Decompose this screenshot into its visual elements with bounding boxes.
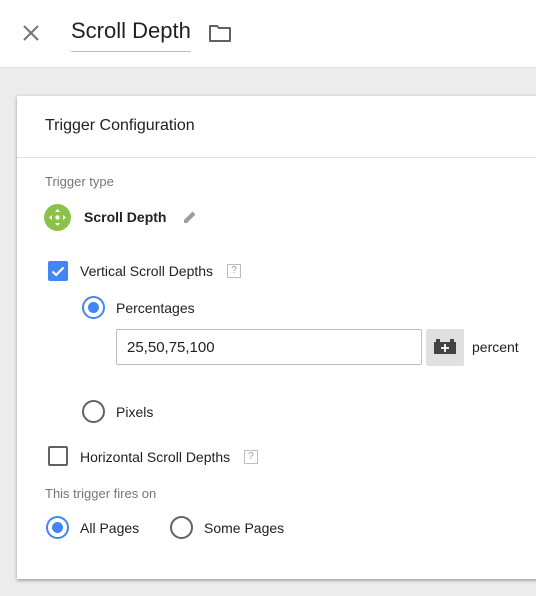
close-icon[interactable] (18, 20, 44, 46)
fires-on-label: This trigger fires on (45, 486, 157, 501)
vertical-help-icon[interactable]: ? (227, 264, 241, 278)
horizontal-scroll-depths-label: Horizontal Scroll Depths (80, 449, 231, 465)
divider (17, 157, 536, 158)
folder-icon[interactable] (208, 22, 232, 44)
variable-picker-icon[interactable] (426, 329, 464, 366)
unit-label: percent (472, 339, 519, 355)
percentages-label: Percentages (116, 300, 195, 316)
trigger-configuration-card: Trigger Configuration Trigger type Scrol… (17, 96, 536, 579)
vertical-scroll-depths-checkbox[interactable] (48, 261, 68, 281)
percentages-input[interactable] (116, 329, 422, 365)
trigger-name-field[interactable]: Scroll Depth (71, 16, 191, 52)
horizontal-help-icon[interactable]: ? (244, 450, 258, 464)
pixels-label: Pixels (116, 404, 154, 420)
percentages-radio[interactable] (82, 296, 105, 319)
page-title[interactable]: Scroll Depth (71, 16, 191, 46)
some-pages-label: Some Pages (204, 520, 285, 536)
pixels-radio[interactable] (82, 400, 105, 423)
trigger-type-name: Scroll Depth (84, 209, 167, 225)
some-pages-radio[interactable] (170, 516, 193, 539)
pencil-icon[interactable] (181, 208, 199, 226)
all-pages-label: All Pages (80, 520, 140, 536)
top-bar: Scroll Depth (0, 0, 536, 68)
trigger-type-label: Trigger type (45, 174, 114, 189)
scroll-depth-icon (44, 204, 71, 231)
card-title: Trigger Configuration (45, 117, 195, 134)
horizontal-scroll-depths-checkbox[interactable] (48, 446, 68, 466)
vertical-scroll-depths-label: Vertical Scroll Depths (80, 263, 214, 279)
all-pages-radio[interactable] (46, 516, 69, 539)
